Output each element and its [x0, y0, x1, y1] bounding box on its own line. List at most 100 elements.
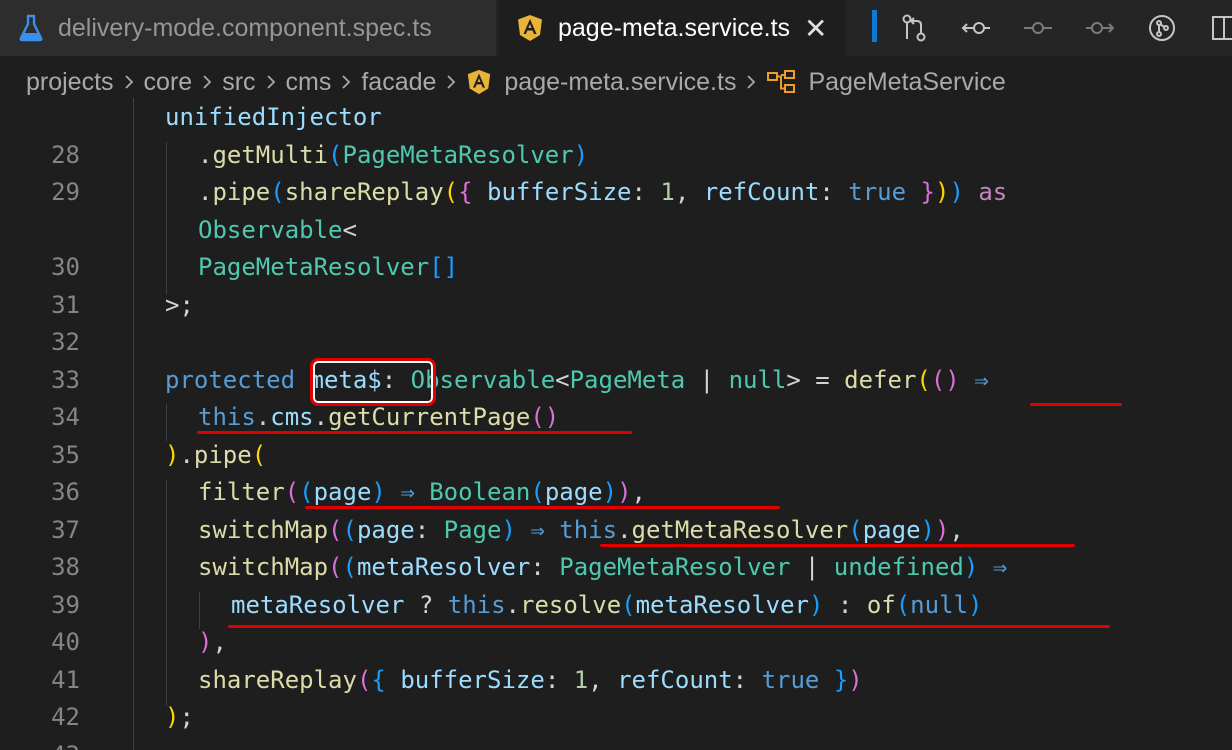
code-editor[interactable]: unifiedInjector 28 .getMulti(PageMetaResol…	[0, 98, 1232, 750]
code-token: []	[429, 253, 459, 281]
code-token: (	[916, 365, 931, 394]
code-line[interactable]: 28 .getMulti(PageMetaResolver)	[0, 136, 1232, 174]
breadcrumb-item[interactable]: projects	[26, 68, 114, 97]
line-number: 39	[51, 590, 80, 619]
code-line[interactable]: 39 metaResolver ? this.resolve(metaResolv…	[0, 586, 1232, 624]
code-token: PageMetaResolver	[198, 253, 430, 281]
go-back-commit-icon[interactable]	[960, 12, 992, 44]
code-line[interactable]: 31 >;	[0, 286, 1232, 324]
breadcrumb-item[interactable]: src	[222, 68, 255, 97]
code-line[interactable]: 29 .pipe(shareReplay({ bufferSize: 1, ref…	[0, 173, 1232, 211]
code-token: Boolean	[429, 478, 531, 506]
code-line[interactable]: 30 PageMetaResolver[]	[0, 248, 1232, 286]
code-token: .	[255, 403, 271, 431]
code-token: )	[165, 703, 180, 731]
code-line[interactable]: 32	[0, 323, 1232, 361]
line-number: 42	[51, 703, 80, 731]
code-token: ,	[588, 665, 618, 694]
code-token: (	[356, 665, 372, 694]
code-token: ,	[949, 515, 964, 544]
code-line[interactable]: 42);	[0, 698, 1232, 736]
breadcrumb-item[interactable]: cms	[286, 68, 332, 97]
code-token: 1	[660, 178, 675, 206]
tab-page-meta-service[interactable]: page-meta.service.ts ✕	[498, 0, 846, 56]
code-token: ⇒	[974, 365, 989, 394]
code-token: getCurrentPage	[328, 403, 531, 431]
angular-icon	[466, 69, 492, 95]
chevron-right-icon	[339, 72, 353, 92]
underline-line-37	[600, 544, 1075, 547]
code-token: (	[284, 478, 300, 506]
code-line[interactable]: 35).pipe(	[0, 436, 1232, 474]
line-number: 37	[51, 515, 80, 544]
code-token: )	[949, 178, 964, 206]
code-token: 1	[573, 665, 589, 694]
code-token: )	[967, 590, 983, 619]
code-token: of	[866, 590, 896, 619]
code-token: <	[342, 215, 357, 244]
breadcrumb-symbol[interactable]: PageMetaService	[766, 68, 1006, 97]
code-token: cms	[270, 403, 314, 431]
git-graph-icon[interactable]	[1146, 12, 1178, 44]
code-token: metaResolver	[635, 590, 809, 619]
code-line[interactable]: unifiedInjector	[0, 98, 1232, 136]
breadcrumb-item[interactable]: facade	[361, 68, 436, 97]
tab-overflow-indicator	[872, 10, 877, 42]
code-token: PageMetaResolver	[559, 553, 791, 581]
line-number: 31	[51, 290, 80, 319]
code-token: ()	[930, 365, 960, 394]
go-forward-commit-icon[interactable]	[1084, 12, 1116, 44]
breadcrumb-file[interactable]: page-meta.service.ts	[466, 68, 736, 97]
code-token: pipe	[193, 440, 252, 469]
code-token: ⇒	[992, 553, 1008, 581]
code-token: )	[573, 140, 589, 169]
line-number: 33	[51, 365, 80, 394]
code-line[interactable]: 38 switchMap((metaResolver: PageMetaResol…	[0, 548, 1232, 586]
code-line[interactable]: 43	[0, 736, 1232, 750]
code-token: (	[251, 440, 267, 469]
code-token: (	[342, 553, 357, 581]
code-token: :	[819, 178, 849, 206]
breadcrumb-item[interactable]: core	[144, 68, 193, 97]
code-token: ;	[179, 703, 194, 731]
code-token: )	[198, 628, 213, 656]
flask-icon	[18, 14, 44, 42]
code-token: ,	[212, 628, 227, 656]
line-number: 38	[51, 553, 80, 581]
underline-line-34	[197, 431, 632, 434]
code-token: ⇒	[530, 515, 545, 544]
split-editor-icon[interactable]	[1208, 12, 1232, 44]
line-number: 32	[51, 328, 80, 356]
tab-delivery-mode-spec[interactable]: delivery-mode.component.spec.ts	[0, 0, 496, 56]
close-icon[interactable]: ✕	[804, 12, 827, 45]
code-token: {	[458, 178, 473, 206]
code-line[interactable]: 41 shareReplay({ bufferSize: 1, refCount:…	[0, 661, 1232, 699]
code-token: )	[809, 590, 824, 619]
code-token: )	[934, 178, 950, 206]
code-token: )	[371, 478, 386, 506]
code-token: :	[544, 665, 574, 694]
code-token: (	[270, 178, 285, 206]
code-text: Observable<	[198, 211, 357, 249]
code-token: undefined	[833, 553, 964, 581]
commit-icon[interactable]	[1022, 12, 1054, 44]
code-line[interactable]: 37 switchMap((page: Page) ⇒ this.getMetaR…	[0, 511, 1232, 549]
code-token: .	[313, 403, 329, 431]
code-text: PageMetaResolver[]	[198, 248, 458, 286]
code-line[interactable]: 40),	[0, 623, 1232, 661]
source-control-compare-icon[interactable]	[898, 12, 930, 44]
code-line[interactable]: 33 protected meta$: Observable<PageMeta |…	[0, 361, 1232, 399]
code-token: (	[328, 515, 343, 544]
line-number: 34	[51, 403, 80, 431]
code-token: page	[356, 515, 415, 544]
code-token: getMetaResolver	[631, 515, 849, 544]
code-text: switchMap((metaResolver: PageMetaResolve…	[198, 548, 1007, 586]
code-line[interactable]: Observable<	[0, 211, 1232, 249]
